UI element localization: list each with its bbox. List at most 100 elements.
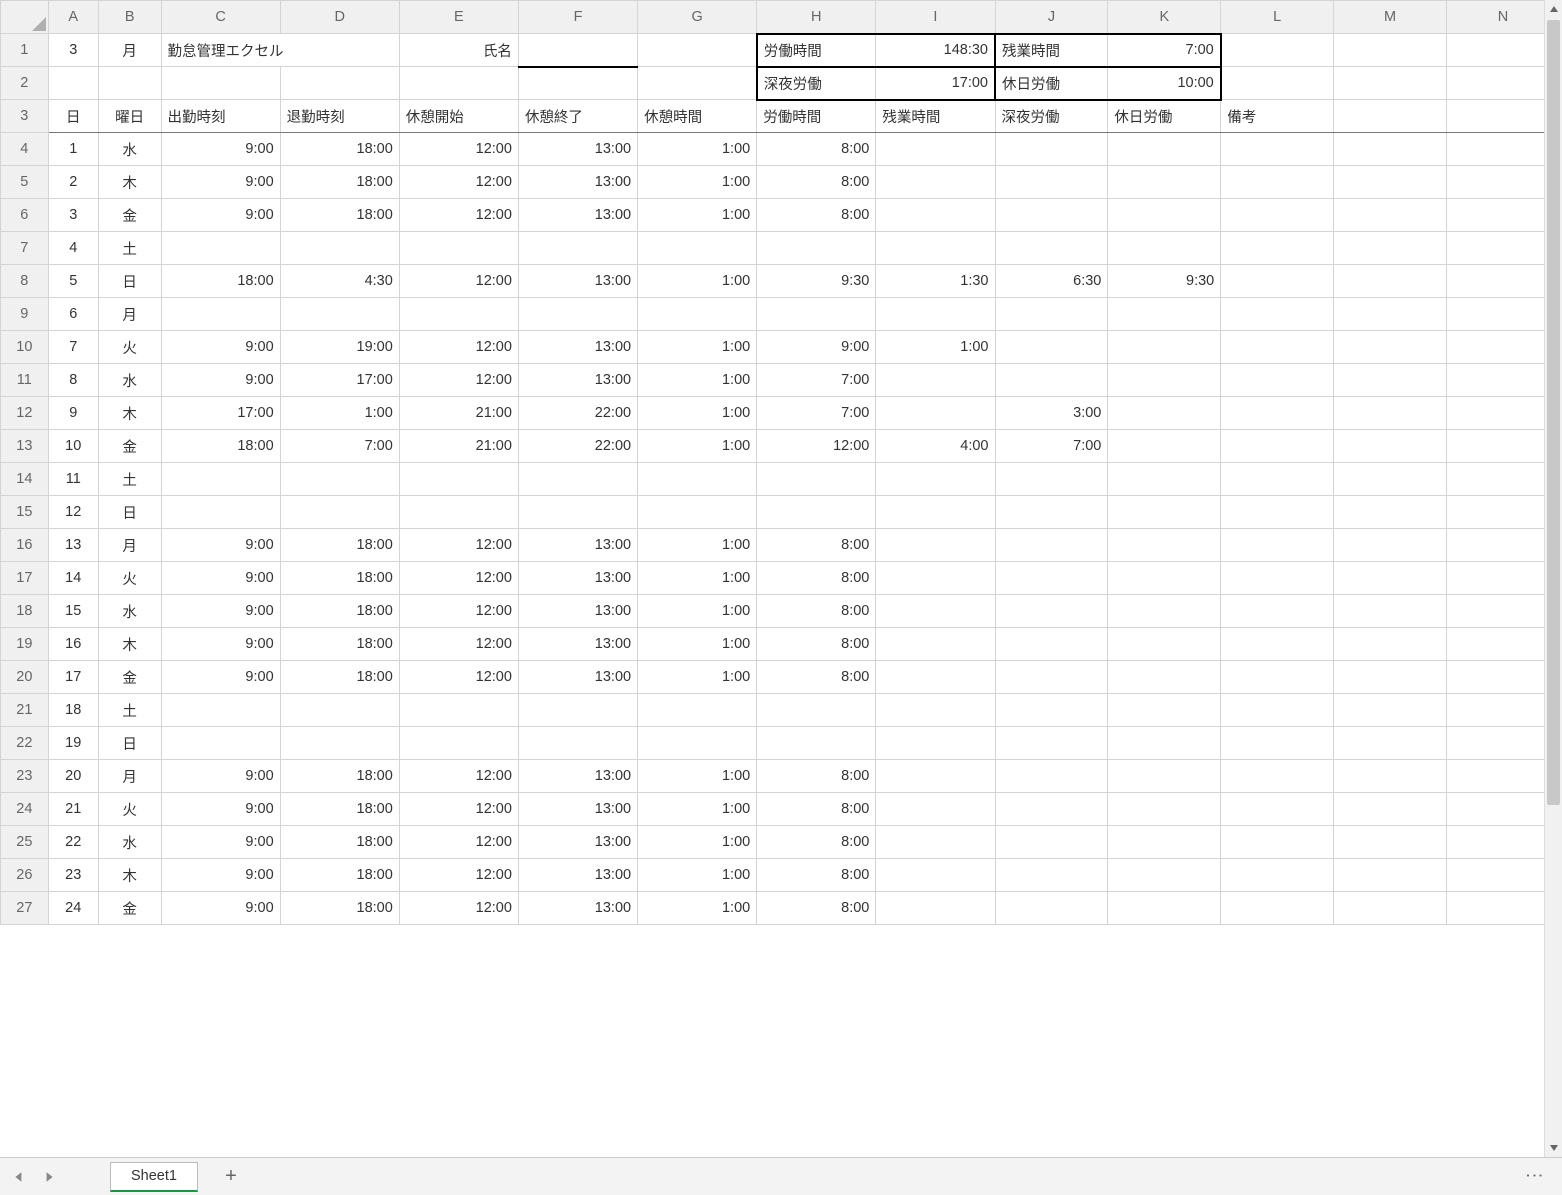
cell[interactable] xyxy=(1334,727,1447,760)
cell[interactable] xyxy=(1447,100,1560,133)
row-header[interactable]: 2 xyxy=(1,67,49,100)
cell-break[interactable]: 1:00 xyxy=(638,199,757,232)
cell-holiday[interactable] xyxy=(1108,397,1221,430)
cell-sum-night-label[interactable]: 深夜労働 xyxy=(757,67,876,100)
column-header-E[interactable]: E xyxy=(399,1,518,34)
cell-notes[interactable] xyxy=(1221,463,1334,496)
cell-out[interactable]: 18:00 xyxy=(280,793,399,826)
row-header[interactable]: 12 xyxy=(1,397,49,430)
cell[interactable] xyxy=(1447,562,1560,595)
cell[interactable] xyxy=(1334,793,1447,826)
cell[interactable] xyxy=(1447,364,1560,397)
hdr-out[interactable]: 退勤時刻 xyxy=(280,100,399,133)
column-header-H[interactable]: H xyxy=(757,1,876,34)
cell-ot[interactable] xyxy=(876,133,995,166)
select-all-corner[interactable] xyxy=(1,1,49,34)
cell[interactable] xyxy=(1447,199,1560,232)
cell-out[interactable]: 18:00 xyxy=(280,859,399,892)
cell-work[interactable]: 8:00 xyxy=(757,595,876,628)
row-header[interactable]: 19 xyxy=(1,628,49,661)
cell-day[interactable]: 8 xyxy=(48,364,98,397)
row-header[interactable]: 7 xyxy=(1,232,49,265)
cell-out[interactable]: 4:30 xyxy=(280,265,399,298)
cell-night[interactable] xyxy=(995,298,1108,331)
row-header[interactable]: 10 xyxy=(1,331,49,364)
column-header-I[interactable]: I xyxy=(876,1,995,34)
cell-work[interactable]: 8:00 xyxy=(757,133,876,166)
cell-out[interactable]: 18:00 xyxy=(280,661,399,694)
cell[interactable] xyxy=(1334,529,1447,562)
hdr-work[interactable]: 労働時間 xyxy=(757,100,876,133)
cell-bs[interactable]: 12:00 xyxy=(399,199,518,232)
cell-work[interactable]: 8:00 xyxy=(757,529,876,562)
cell-ot[interactable]: 1:00 xyxy=(876,331,995,364)
cell[interactable] xyxy=(1447,232,1560,265)
cell[interactable] xyxy=(1334,628,1447,661)
cell-work[interactable]: 12:00 xyxy=(757,430,876,463)
cell[interactable] xyxy=(98,67,161,100)
cell-dow[interactable]: 木 xyxy=(98,166,161,199)
cell-notes[interactable] xyxy=(1221,397,1334,430)
cell[interactable] xyxy=(161,67,280,100)
cell-bs[interactable] xyxy=(399,232,518,265)
cell-in[interactable]: 18:00 xyxy=(161,265,280,298)
cell-notes[interactable] xyxy=(1221,298,1334,331)
cell-ot[interactable] xyxy=(876,694,995,727)
row-header[interactable]: 11 xyxy=(1,364,49,397)
column-header-C[interactable]: C xyxy=(161,1,280,34)
cell-ot[interactable] xyxy=(876,727,995,760)
cell-bs[interactable]: 12:00 xyxy=(399,793,518,826)
cell[interactable] xyxy=(1447,397,1560,430)
cell-be[interactable] xyxy=(518,232,637,265)
cell-work[interactable] xyxy=(757,298,876,331)
cell[interactable] xyxy=(1334,694,1447,727)
cell-notes[interactable] xyxy=(1221,430,1334,463)
cell-night[interactable] xyxy=(995,562,1108,595)
cell[interactable] xyxy=(1447,826,1560,859)
cell[interactable] xyxy=(1334,826,1447,859)
cell-out[interactable] xyxy=(280,496,399,529)
cell[interactable] xyxy=(1334,133,1447,166)
cell-out[interactable] xyxy=(280,727,399,760)
cell[interactable] xyxy=(1447,628,1560,661)
cell-bs[interactable]: 21:00 xyxy=(399,397,518,430)
cell-notes[interactable] xyxy=(1221,760,1334,793)
cell-work[interactable] xyxy=(757,496,876,529)
cell-break[interactable]: 1:00 xyxy=(638,364,757,397)
cell-dow[interactable]: 水 xyxy=(98,364,161,397)
cell-be[interactable]: 13:00 xyxy=(518,892,637,925)
cell-day[interactable]: 11 xyxy=(48,463,98,496)
cell-bs[interactable] xyxy=(399,496,518,529)
cell[interactable] xyxy=(638,67,757,100)
column-header-N[interactable]: N xyxy=(1447,1,1560,34)
cell-night[interactable] xyxy=(995,892,1108,925)
cell-out[interactable]: 18:00 xyxy=(280,166,399,199)
row-header[interactable]: 3 xyxy=(1,100,49,133)
cell-name-label[interactable]: 氏名 xyxy=(399,34,518,67)
cell-break[interactable] xyxy=(638,463,757,496)
cell-in[interactable]: 9:00 xyxy=(161,166,280,199)
sheet-tab[interactable]: Sheet1 xyxy=(110,1162,198,1192)
vscroll-track[interactable] xyxy=(1545,18,1562,1139)
cell[interactable] xyxy=(1334,760,1447,793)
cell-out[interactable]: 17:00 xyxy=(280,364,399,397)
cell-night[interactable] xyxy=(995,694,1108,727)
cell-night[interactable] xyxy=(995,496,1108,529)
cell-dow[interactable]: 日 xyxy=(98,265,161,298)
cell[interactable] xyxy=(1447,496,1560,529)
cell-holiday[interactable] xyxy=(1108,628,1221,661)
cell-ot[interactable] xyxy=(876,496,995,529)
cell-be[interactable]: 22:00 xyxy=(518,397,637,430)
row-header[interactable]: 9 xyxy=(1,298,49,331)
cell-holiday[interactable] xyxy=(1108,430,1221,463)
cell-dow[interactable]: 金 xyxy=(98,661,161,694)
hdr-night[interactable]: 深夜労働 xyxy=(995,100,1108,133)
cell-holiday[interactable] xyxy=(1108,661,1221,694)
cell-out[interactable]: 18:00 xyxy=(280,760,399,793)
cell-be[interactable] xyxy=(518,496,637,529)
cell-notes[interactable] xyxy=(1221,826,1334,859)
cell-night[interactable] xyxy=(995,364,1108,397)
cell-holiday[interactable] xyxy=(1108,562,1221,595)
cell-in[interactable] xyxy=(161,727,280,760)
cell-in[interactable]: 9:00 xyxy=(161,760,280,793)
